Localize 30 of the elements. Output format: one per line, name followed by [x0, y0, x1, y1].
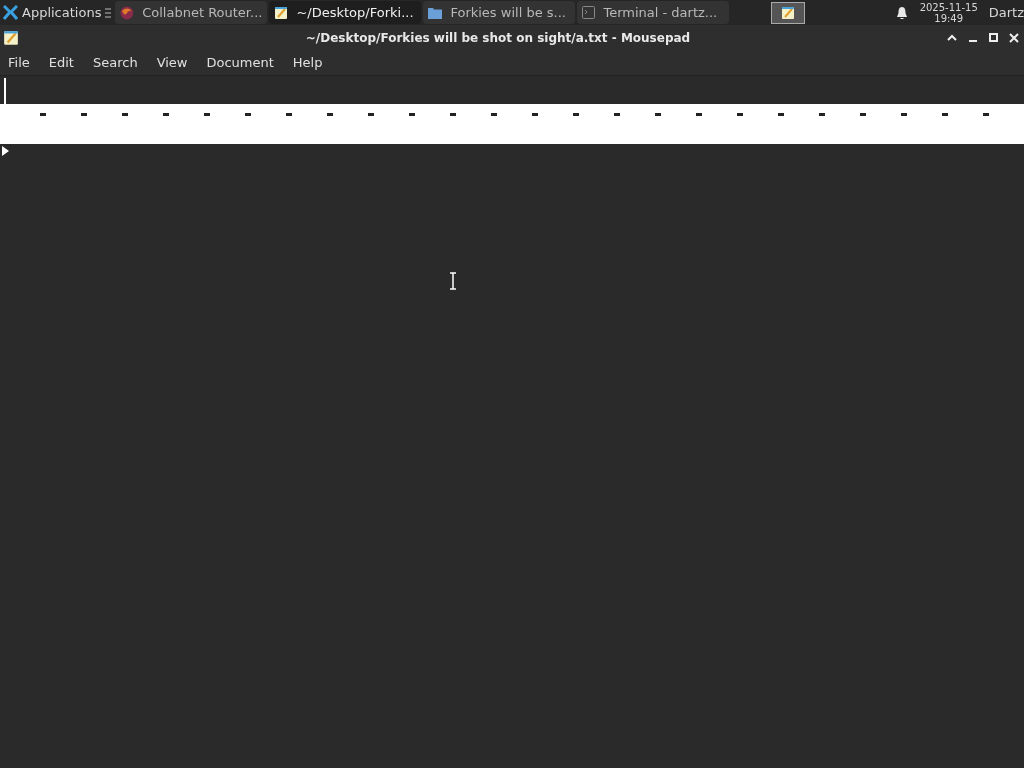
notepad-icon	[781, 5, 796, 20]
workspace-button[interactable]	[771, 1, 806, 24]
taskbar-button[interactable]: Collabnet Router...	[115, 1, 268, 24]
notepad-icon	[3, 29, 19, 46]
clock[interactable]: 2025-11-15 19:49	[919, 1, 978, 24]
menu-item[interactable]: Edit	[48, 52, 74, 73]
close-icon[interactable]	[1009, 32, 1019, 43]
menu-item[interactable]: View	[156, 52, 188, 73]
clock-date: 2025-11-15	[919, 1, 978, 13]
taskbar-button[interactable]: Terminal - dartz...	[577, 1, 730, 24]
menu-item[interactable]: Search	[92, 52, 138, 73]
taskbar-button[interactable]: ~/Desktop/Forki...	[269, 1, 422, 24]
menu-icon	[105, 7, 112, 18]
clock-time: 19:49	[934, 12, 964, 24]
shade-icon[interactable]	[947, 34, 957, 41]
folder-icon	[428, 6, 443, 19]
window-title: ~/Desktop/Forkies will be shot on sight/a.txt - Mousepad	[305, 29, 691, 47]
user-name[interactable]: Dartz	[988, 2, 1024, 23]
maximize-icon[interactable]	[989, 33, 998, 42]
app-menu-icon	[3, 5, 18, 20]
text-cursor-icon	[449, 272, 457, 290]
menu-item[interactable]: Document	[206, 52, 274, 73]
taskbar-button[interactable]: Forkies will be s...	[423, 1, 576, 24]
globe-icon	[120, 5, 135, 20]
bell-icon[interactable]	[895, 5, 908, 20]
applications-menu-button[interactable]: Applications	[0, 0, 106, 25]
notepad-icon	[274, 5, 289, 20]
menu-item[interactable]: File	[8, 52, 30, 73]
terminal-icon	[582, 6, 596, 19]
menu-item[interactable]: Help	[292, 52, 323, 73]
